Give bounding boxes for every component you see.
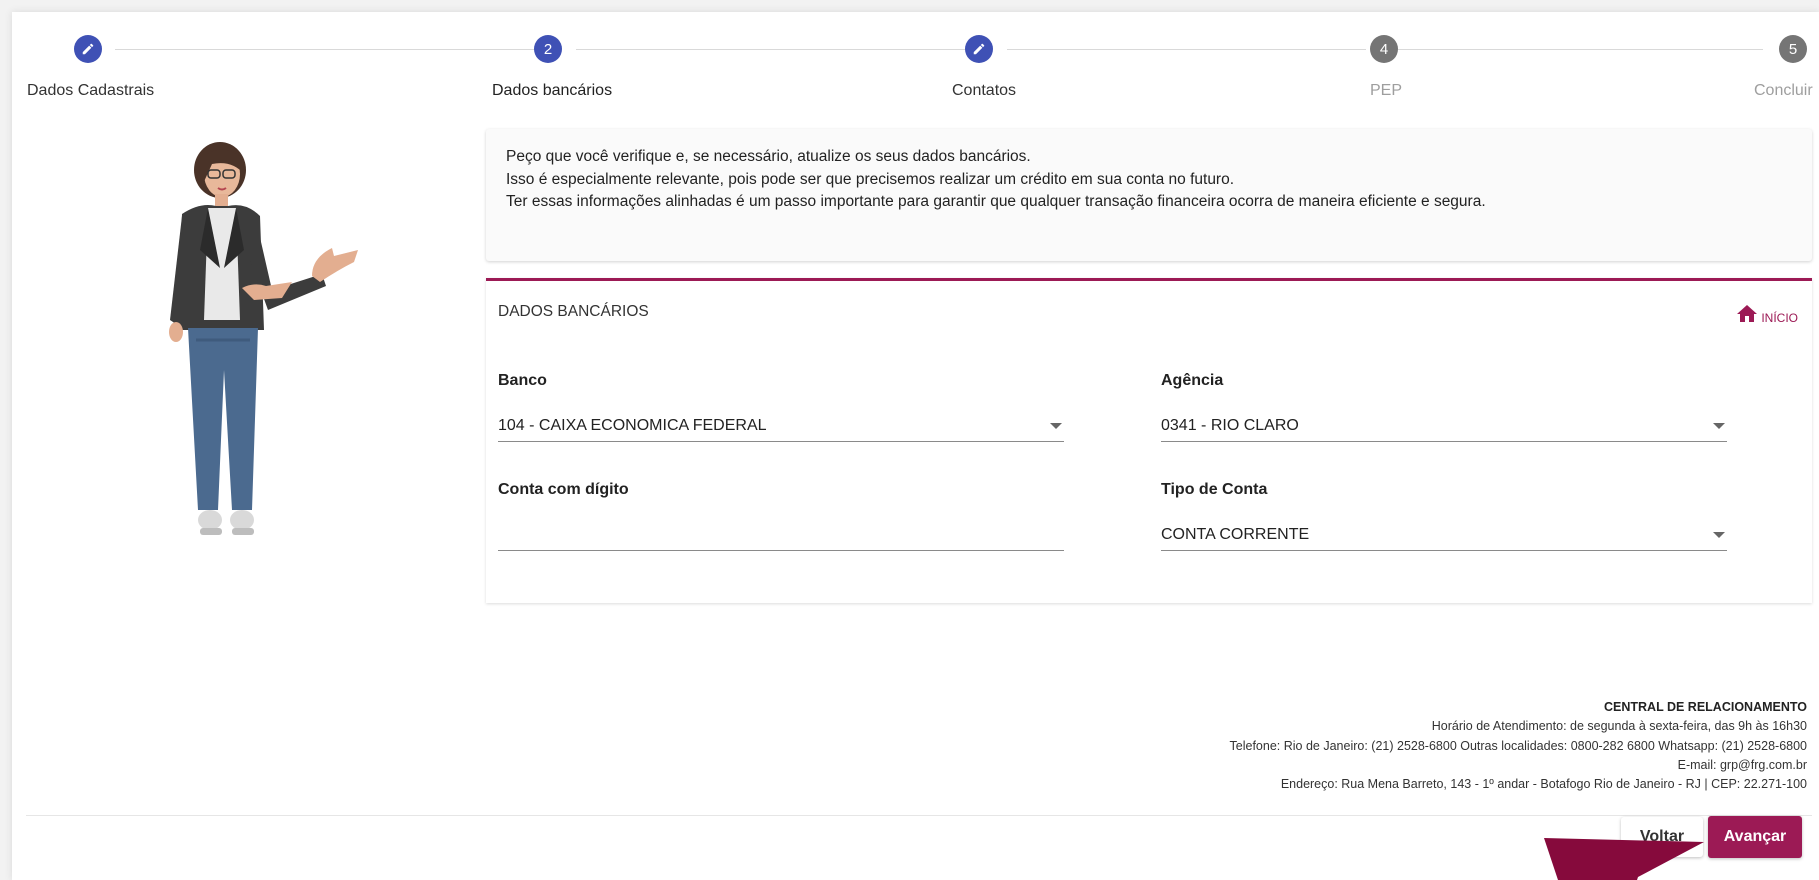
back-button[interactable]: Voltar: [1621, 817, 1703, 857]
agencia-select[interactable]: 0341 - RIO CLARO: [1161, 411, 1727, 442]
home-icon: [1737, 305, 1758, 322]
step-3-label[interactable]: Contatos: [952, 82, 1016, 100]
step-connector: [576, 49, 975, 50]
banco-label: Banco: [498, 372, 547, 389]
footer-email: E-mail: grp@frg.com.br: [1677, 757, 1807, 772]
step-3-circle[interactable]: [965, 35, 993, 63]
banco-value: 104 - CAIXA ECONOMICA FEDERAL: [498, 417, 767, 434]
agencia-value: 0341 - RIO CLARO: [1161, 417, 1299, 434]
banco-select[interactable]: 104 - CAIXA ECONOMICA FEDERAL: [498, 411, 1064, 442]
info-line-2: Isso é especialmente relevante, pois pod…: [506, 171, 1235, 188]
step-connector: [1398, 49, 1763, 50]
step-1-label[interactable]: Dados Cadastrais: [27, 82, 154, 100]
step-2-label[interactable]: Dados bancários: [492, 82, 612, 100]
tipo-conta-select[interactable]: CONTA CORRENTE: [1161, 520, 1727, 551]
stepper: Dados Cadastrais 2 Dados bancários Conta…: [12, 12, 1819, 112]
step-1-circle[interactable]: [74, 35, 102, 63]
next-button[interactable]: Avançar: [1708, 816, 1802, 858]
footer-address: Endereço: Rua Mena Barreto, 143 - 1º and…: [1280, 777, 1807, 792]
step-connector: [1007, 49, 1366, 50]
conta-label: Conta com dígito: [498, 481, 629, 498]
pencil-icon: [973, 43, 985, 55]
assistant-avatar-illustration: [169, 142, 358, 535]
home-link[interactable]: INÍCIO: [1735, 302, 1798, 326]
step-5-label[interactable]: Concluir: [1754, 82, 1813, 100]
step-5-circle[interactable]: 5: [1779, 35, 1807, 63]
info-message-card: Peço que você verifique e, se necessário…: [486, 129, 1812, 261]
chevron-down-icon: [1050, 423, 1062, 429]
footer-phone: Telefone: Rio de Janeiro: (21) 2528-6800…: [1229, 738, 1807, 753]
tipo-conta-value: CONTA CORRENTE: [1161, 526, 1310, 543]
footer-title: CENTRAL DE RELACIONAMENTO: [1603, 700, 1807, 714]
card-title: DADOS BANCÁRIOS: [498, 303, 649, 320]
agencia-label: Agência: [1161, 372, 1224, 389]
chevron-down-icon: [1713, 423, 1725, 429]
page-container: Dados Cadastrais 2 Dados bancários Conta…: [12, 12, 1819, 880]
step-4-label[interactable]: PEP: [1370, 82, 1402, 100]
chevron-down-icon: [1713, 532, 1725, 538]
step-4-circle[interactable]: 4: [1370, 35, 1398, 63]
footer-hours: Horário de Atendimento: de segunda à sex…: [1431, 719, 1807, 734]
contact-footer: CENTRAL DE RELACIONAMENTO Horário de Ate…: [26, 652, 1812, 816]
step-connector: [115, 49, 544, 50]
home-link-label: INÍCIO: [1761, 311, 1798, 325]
contact-info: CENTRAL DE RELACIONAMENTO Horário de Ate…: [1230, 698, 1807, 794]
pencil-icon: [82, 43, 94, 55]
step-2-circle[interactable]: 2: [534, 35, 562, 63]
bank-data-card: DADOS BANCÁRIOS INÍCIO Banco 104 - CAIXA…: [486, 278, 1812, 603]
info-line-1: Peço que você verifique e, se necessário…: [506, 148, 1031, 165]
info-line-3: Ter essas informações alinhadas é um pas…: [506, 193, 1486, 210]
tipo-conta-label: Tipo de Conta: [1161, 481, 1268, 498]
conta-input[interactable]: [498, 520, 1064, 551]
